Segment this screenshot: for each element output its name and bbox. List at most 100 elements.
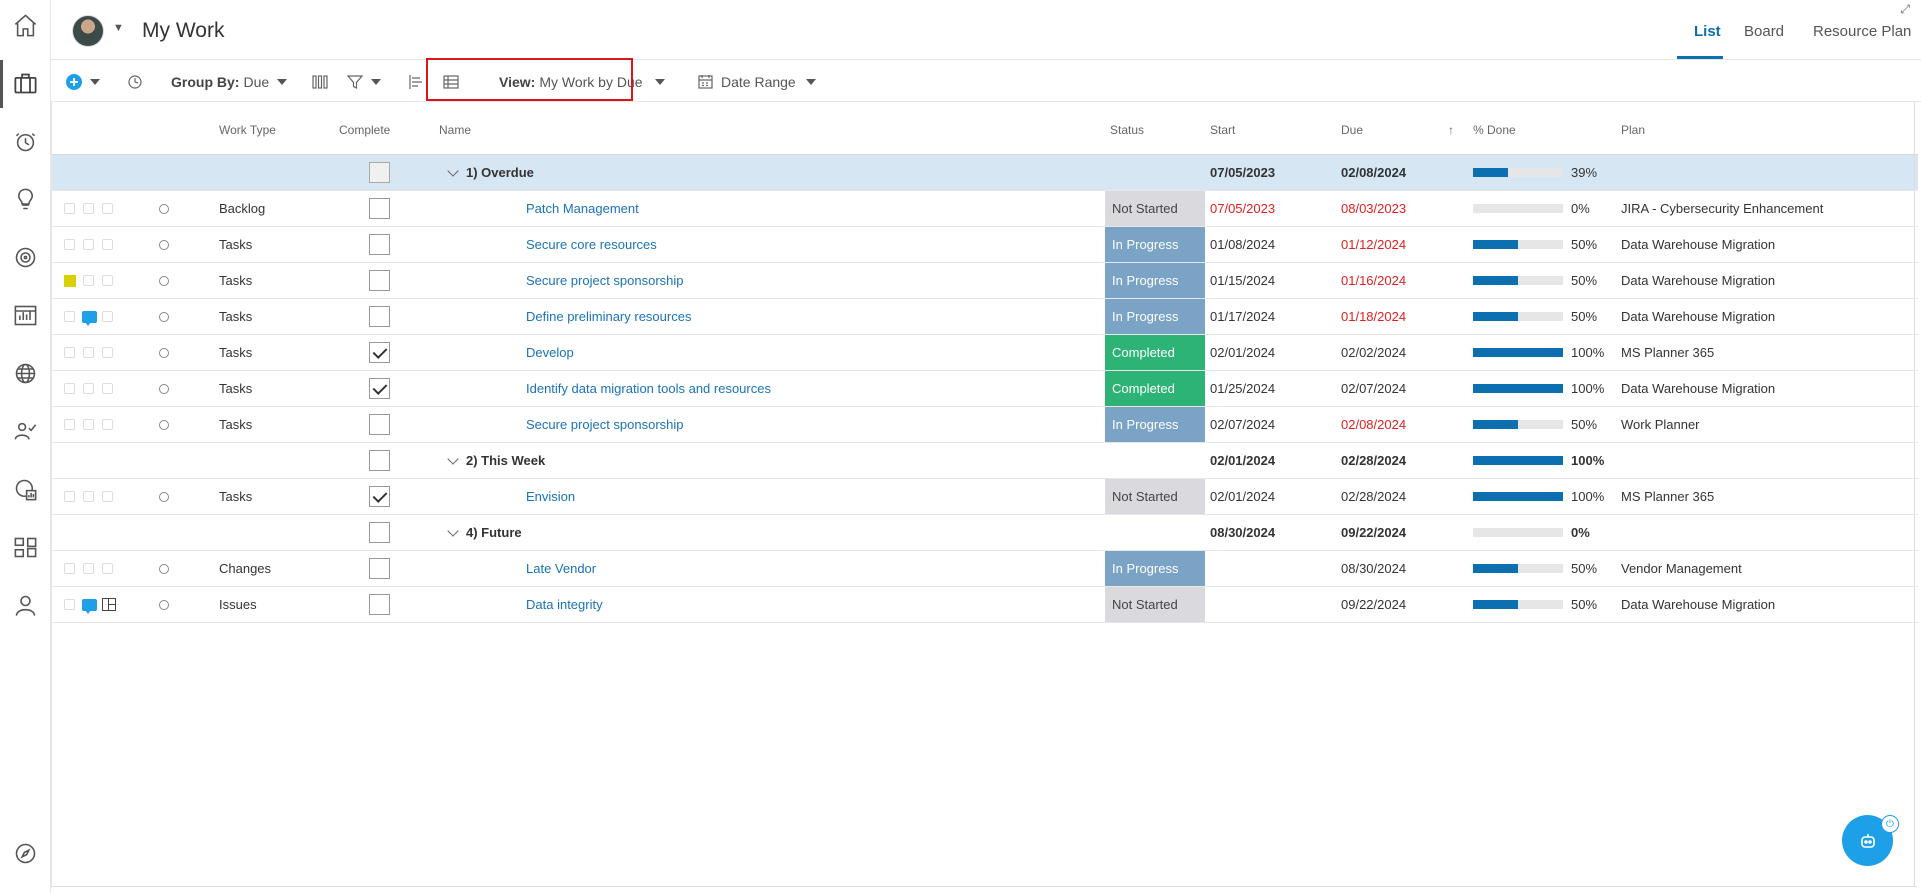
- board-icon[interactable]: [102, 419, 113, 430]
- note-icon[interactable]: [64, 563, 75, 574]
- comment-icon[interactable]: [83, 347, 94, 358]
- chat-bubble-icon[interactable]: [82, 311, 97, 326]
- tab-board[interactable]: Board: [1744, 23, 1784, 40]
- comment-icon[interactable]: [83, 419, 94, 430]
- group-complete-checkbox[interactable]: [369, 522, 390, 543]
- task-name-link[interactable]: Envision: [526, 479, 575, 514]
- group-complete-checkbox[interactable]: [369, 162, 390, 183]
- status-badge[interactable]: In Progress: [1105, 227, 1205, 262]
- comment-icon[interactable]: [83, 383, 94, 394]
- table-row[interactable]: Tasks Identify data migration tools and …: [52, 371, 1918, 407]
- status-badge[interactable]: Completed: [1105, 371, 1205, 406]
- group-by-dropdown[interactable]: Group By: Due: [171, 61, 288, 102]
- plan-name[interactable]: Work Planner: [1621, 407, 1700, 442]
- col-header-plan[interactable]: Plan: [1621, 123, 1645, 137]
- tab-resource-plan[interactable]: Resource Plan: [1813, 23, 1911, 40]
- plan-name[interactable]: Data Warehouse Migration: [1621, 371, 1775, 406]
- comment-icon[interactable]: [83, 203, 94, 214]
- board-icon[interactable]: [102, 491, 113, 502]
- col-header-pct-done[interactable]: % Done: [1473, 123, 1516, 137]
- complete-checkbox[interactable]: [369, 306, 390, 327]
- filter-dropdown[interactable]: [347, 61, 381, 102]
- radio-select[interactable]: [159, 600, 169, 610]
- radio-select[interactable]: [159, 384, 169, 394]
- history-button[interactable]: [127, 61, 143, 102]
- lightbulb-icon[interactable]: [12, 186, 39, 213]
- home-icon[interactable]: [12, 12, 39, 39]
- plan-name[interactable]: Data Warehouse Migration: [1621, 299, 1775, 334]
- radio-select[interactable]: [159, 420, 169, 430]
- table-row[interactable]: Tasks Define preliminary resources In Pr…: [52, 299, 1918, 335]
- status-badge[interactable]: In Progress: [1105, 299, 1205, 334]
- briefcase-icon[interactable]: [12, 70, 39, 97]
- complete-checkbox[interactable]: [369, 342, 390, 363]
- status-badge[interactable]: Not Started: [1105, 479, 1205, 514]
- table-row[interactable]: Backlog Patch Management Not Started 07/…: [52, 191, 1918, 227]
- plan-name[interactable]: MS Planner 365: [1621, 479, 1714, 514]
- table-row[interactable]: Issues Data integrity Not Started 09/22/…: [52, 587, 1918, 623]
- col-header-name[interactable]: Name: [439, 123, 471, 137]
- status-badge[interactable]: In Progress: [1105, 407, 1205, 442]
- board-icon[interactable]: [102, 563, 113, 574]
- task-name-link[interactable]: Data integrity: [526, 587, 603, 622]
- col-header-status[interactable]: Status: [1110, 123, 1144, 137]
- radio-select[interactable]: [159, 564, 169, 574]
- note-icon[interactable]: [64, 203, 75, 214]
- note-icon[interactable]: [64, 599, 75, 610]
- add-button[interactable]: [66, 61, 100, 102]
- radio-select[interactable]: [159, 348, 169, 358]
- task-name-link[interactable]: Secure core resources: [526, 227, 657, 262]
- board-icon[interactable]: [102, 239, 113, 250]
- compass-icon[interactable]: [12, 840, 39, 867]
- plan-name[interactable]: Data Warehouse Migration: [1621, 263, 1775, 298]
- tab-list[interactable]: List: [1694, 23, 1721, 40]
- complete-checkbox[interactable]: [369, 486, 390, 507]
- col-header-work-type[interactable]: Work Type: [219, 123, 276, 137]
- group-label[interactable]: 2) This Week: [447, 443, 545, 478]
- note-icon[interactable]: [64, 419, 75, 430]
- table-row[interactable]: Tasks Envision Not Started 02/01/2024 02…: [52, 479, 1918, 515]
- date-range-dropdown[interactable]: Date Range: [698, 61, 816, 102]
- person-icon[interactable]: [12, 592, 39, 619]
- group-complete-checkbox[interactable]: [369, 450, 390, 471]
- avatar[interactable]: [72, 15, 104, 47]
- col-header-due[interactable]: Due: [1341, 123, 1363, 137]
- columns-button[interactable]: [312, 61, 328, 102]
- plan-name[interactable]: Data Warehouse Migration: [1621, 587, 1775, 622]
- group-row-future[interactable]: 4) Future 08/30/2024 09/22/2024 0%: [52, 515, 1918, 551]
- task-name-link[interactable]: Secure project sponsorship: [526, 407, 684, 442]
- status-badge[interactable]: Not Started: [1105, 587, 1205, 622]
- complete-checkbox[interactable]: [369, 270, 390, 291]
- chevron-down-icon[interactable]: ▼: [113, 22, 124, 34]
- chat-bubble-icon[interactable]: [82, 599, 97, 614]
- radio-select[interactable]: [159, 204, 169, 214]
- portfolio-globe-icon[interactable]: [12, 476, 39, 503]
- table-row[interactable]: Tasks Secure core resources In Progress …: [52, 227, 1918, 263]
- sticky-note-icon[interactable]: [64, 275, 76, 287]
- task-name-link[interactable]: Identify data migration tools and resour…: [526, 371, 771, 406]
- expand-icon[interactable]: ⤢: [1900, 2, 1910, 17]
- status-badge[interactable]: Completed: [1105, 335, 1205, 370]
- table-row[interactable]: Tasks Develop Completed 02/01/2024 02/02…: [52, 335, 1918, 371]
- target-icon[interactable]: [12, 244, 39, 271]
- note-icon[interactable]: [64, 347, 75, 358]
- plan-name[interactable]: Data Warehouse Migration: [1621, 227, 1775, 262]
- table-row[interactable]: Tasks Secure project sponsorship In Prog…: [52, 263, 1918, 299]
- sort-ascending-icon[interactable]: ↑: [1448, 123, 1454, 137]
- col-header-complete[interactable]: Complete: [339, 123, 390, 137]
- complete-checkbox[interactable]: [369, 234, 390, 255]
- note-icon[interactable]: [64, 239, 75, 250]
- radio-select[interactable]: [159, 240, 169, 250]
- board-icon[interactable]: [102, 347, 113, 358]
- complete-checkbox[interactable]: [369, 558, 390, 579]
- complete-checkbox[interactable]: [369, 414, 390, 435]
- group-row-overdue[interactable]: 1) Overdue 07/05/2023 02/08/2024 39%: [52, 155, 1918, 191]
- plan-name[interactable]: MS Planner 365: [1621, 335, 1714, 370]
- status-badge[interactable]: In Progress: [1105, 263, 1205, 298]
- status-badge[interactable]: Not Started: [1105, 191, 1205, 226]
- reports-chart-icon[interactable]: [12, 302, 39, 329]
- plan-name[interactable]: Vendor Management: [1621, 551, 1742, 586]
- task-name-link[interactable]: Secure project sponsorship: [526, 263, 684, 298]
- people-check-icon[interactable]: [12, 418, 39, 445]
- board-icon[interactable]: [102, 598, 116, 611]
